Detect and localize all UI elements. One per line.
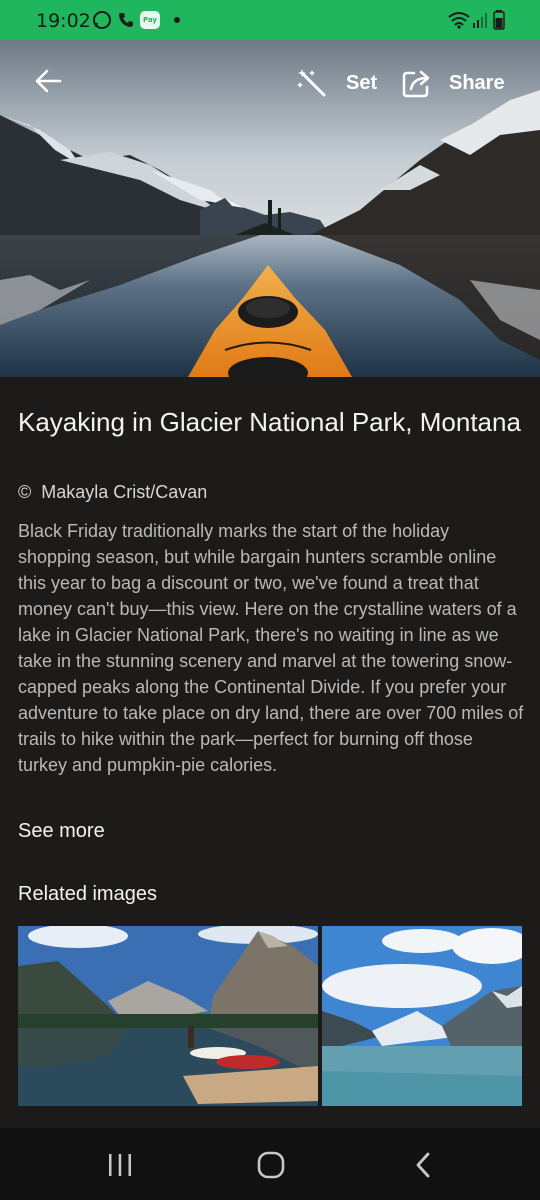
notification-dot (174, 17, 180, 23)
credit-name: Makayla Crist/Cavan (41, 482, 208, 502)
magic-wand-icon[interactable] (296, 67, 328, 99)
hero-image[interactable]: Set Share (0, 40, 540, 377)
image-toolbar: Set Share (0, 40, 540, 130)
whatsapp-icon (93, 11, 111, 29)
article-title: Kayaking in Glacier National Park, Monta… (18, 407, 521, 437)
see-more-link[interactable]: See more (18, 820, 105, 843)
pay-icon: Pay (140, 11, 160, 29)
status-time: 19:02 (36, 10, 91, 32)
battery-icon (493, 10, 505, 30)
share-button[interactable]: Share (449, 72, 505, 95)
status-bar: 19:02 Pay (0, 0, 540, 40)
home-icon[interactable] (257, 1151, 285, 1179)
copyright-icon: © (18, 482, 32, 502)
navigation-bar (0, 1128, 540, 1200)
related-image-1[interactable] (18, 926, 318, 1106)
back-arrow-icon[interactable] (34, 68, 62, 94)
recent-apps-icon[interactable] (106, 1152, 134, 1178)
phone-icon (119, 13, 133, 27)
related-images-heading: Related images (18, 883, 157, 905)
signal-icon (473, 13, 487, 28)
wifi-icon (448, 12, 470, 29)
related-photo-2 (322, 926, 522, 1106)
photo-credit: © Makayla Crist/Cavan (18, 482, 207, 503)
back-icon[interactable] (413, 1151, 433, 1179)
share-icon[interactable] (401, 67, 433, 99)
article-description: Black Friday traditionally marks the sta… (18, 521, 524, 775)
set-button[interactable]: Set (346, 72, 377, 95)
related-photo-1 (18, 926, 318, 1106)
related-image-2[interactable] (322, 926, 522, 1106)
